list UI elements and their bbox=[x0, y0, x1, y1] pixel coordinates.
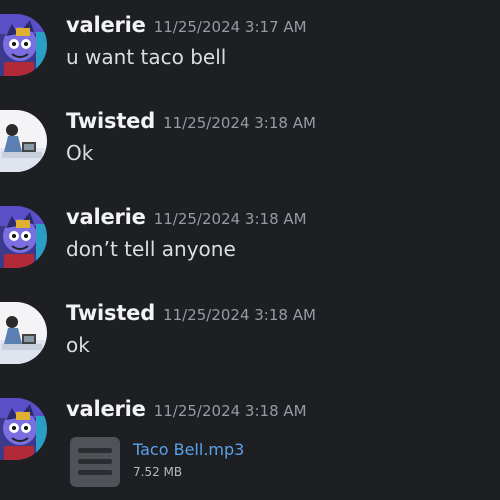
message: valerie 11/25/2024 3:18 AM don’t tell any… bbox=[0, 192, 500, 282]
timestamp: 11/25/2024 3:17 AM bbox=[153, 18, 307, 36]
message-text: u want taco bell bbox=[66, 45, 227, 69]
message-text: don’t tell anyone bbox=[66, 237, 236, 261]
message-text: ok bbox=[66, 333, 90, 357]
file-name-link[interactable]: Taco Bell.mp3 bbox=[133, 439, 244, 461]
message-text: Ok bbox=[66, 141, 94, 165]
twisted-avatar-icon bbox=[0, 110, 47, 172]
author-name[interactable]: Twisted bbox=[66, 301, 155, 325]
avatar[interactable] bbox=[0, 206, 47, 268]
avatar[interactable] bbox=[0, 14, 47, 76]
author-name[interactable]: valerie bbox=[66, 397, 146, 421]
author-name[interactable]: valerie bbox=[66, 13, 146, 37]
timestamp: 11/25/2024 3:18 AM bbox=[163, 306, 316, 324]
file-attachment[interactable]: Taco Bell.mp3 7.52 MB bbox=[66, 427, 366, 489]
timestamp: 11/25/2024 3:18 AM bbox=[153, 402, 307, 420]
author-name[interactable]: valerie bbox=[66, 205, 146, 229]
message: Twisted 11/25/2024 3:18 AM ok bbox=[0, 288, 500, 378]
message: valerie 11/25/2024 3:17 AM u want taco be… bbox=[0, 0, 500, 90]
avatar[interactable] bbox=[0, 398, 47, 460]
message: Twisted 11/25/2024 3:18 AM Ok bbox=[0, 96, 500, 186]
valerie-avatar-icon bbox=[0, 206, 47, 268]
timestamp: 11/25/2024 3:18 AM bbox=[163, 114, 316, 132]
avatar[interactable] bbox=[0, 302, 47, 364]
twisted-avatar-icon bbox=[0, 302, 47, 364]
chat-log: valerie 11/25/2024 3:17 AM u want taco be… bbox=[0, 0, 500, 500]
valerie-avatar-icon bbox=[0, 14, 47, 76]
author-name[interactable]: Twisted bbox=[66, 109, 155, 133]
file-icon bbox=[70, 437, 120, 487]
timestamp: 11/25/2024 3:18 AM bbox=[153, 210, 307, 228]
file-size: 7.52 MB bbox=[133, 465, 183, 479]
valerie-avatar-icon bbox=[0, 398, 47, 460]
avatar[interactable] bbox=[0, 110, 47, 172]
